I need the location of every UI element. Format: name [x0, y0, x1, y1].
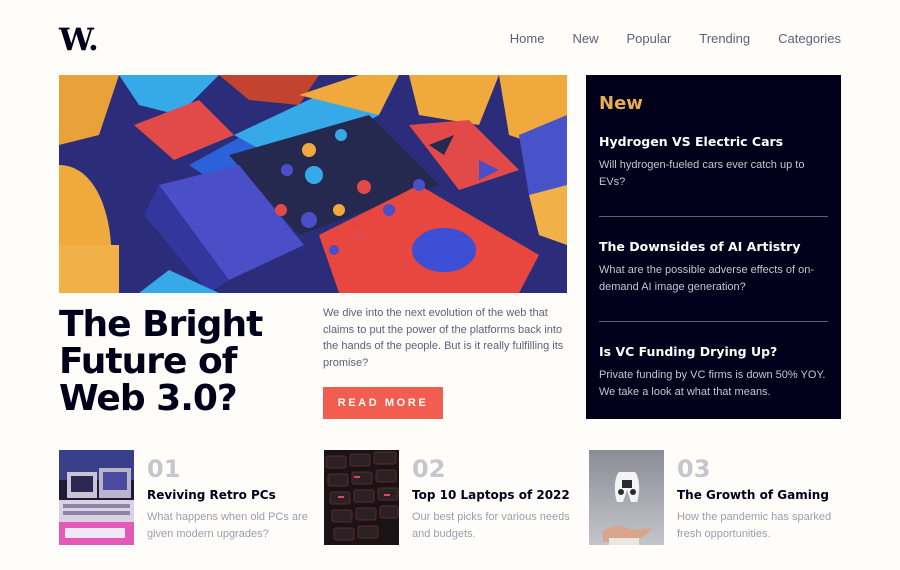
gaming-thumbnail	[589, 450, 664, 545]
article-card[interactable]: 03 The Growth of Gaming How the pandemic…	[589, 450, 854, 545]
new-article-title[interactable]: Is VC Funding Drying Up?	[599, 344, 828, 359]
card-description: How the pandemic has sparked fresh oppor…	[677, 511, 832, 540]
new-article-item[interactable]: Hydrogen VS Electric Cars Will hydrogen-…	[599, 134, 828, 216]
article-card[interactable]: 01 Reviving Retro PCs What happens when …	[59, 450, 324, 545]
article-card[interactable]: 02 Top 10 Laptops of 2022 Our best picks…	[324, 450, 589, 545]
new-article-description: What are the possible adverse effects of…	[599, 264, 815, 293]
laptops-thumbnail	[324, 450, 399, 545]
read-more-button[interactable]: READ MORE	[323, 387, 443, 419]
new-article-title[interactable]: The Downsides of AI Artistry	[599, 239, 828, 254]
new-panel-heading: New	[599, 93, 643, 114]
logo[interactable]: W.	[59, 22, 99, 58]
new-article-description: Private funding by VC firms is down 50% …	[599, 369, 826, 398]
featured-cards: 01 Reviving Retro PCs What happens when …	[59, 450, 854, 545]
hero-image	[59, 75, 567, 293]
nav-link-trending[interactable]: Trending	[699, 31, 750, 46]
main-nav: Home New Popular Trending Categories	[510, 31, 841, 46]
hero-title: The Bright Future of Web 3.0?	[59, 304, 263, 419]
new-article-item[interactable]: Is VC Funding Drying Up? Private funding…	[599, 321, 828, 426]
nav-link-popular[interactable]: Popular	[626, 31, 671, 46]
card-number: 01	[147, 455, 181, 483]
new-articles-panel: New Hydrogen VS Electric Cars Will hydro…	[586, 75, 841, 419]
nav-link-home[interactable]: Home	[510, 31, 545, 46]
hero-description: We dive into the next evolution of the w…	[323, 307, 564, 369]
card-title[interactable]: The Growth of Gaming	[677, 488, 847, 502]
card-title[interactable]: Reviving Retro PCs	[147, 488, 317, 502]
new-article-item[interactable]: The Downsides of AI Artistry What are th…	[599, 216, 828, 321]
new-article-title[interactable]: Hydrogen VS Electric Cars	[599, 134, 828, 149]
nav-link-new[interactable]: New	[572, 31, 598, 46]
retro-pcs-thumbnail	[59, 450, 134, 545]
card-description: What happens when old PCs are given mode…	[147, 511, 308, 540]
card-number: 02	[412, 455, 446, 483]
new-article-description: Will hydrogen-fueled cars ever catch up …	[599, 159, 805, 188]
card-title[interactable]: Top 10 Laptops of 2022	[412, 488, 582, 502]
card-description: Our best picks for various needs and bud…	[412, 511, 570, 540]
card-number: 03	[677, 455, 711, 483]
nav-link-categories[interactable]: Categories	[778, 31, 841, 46]
